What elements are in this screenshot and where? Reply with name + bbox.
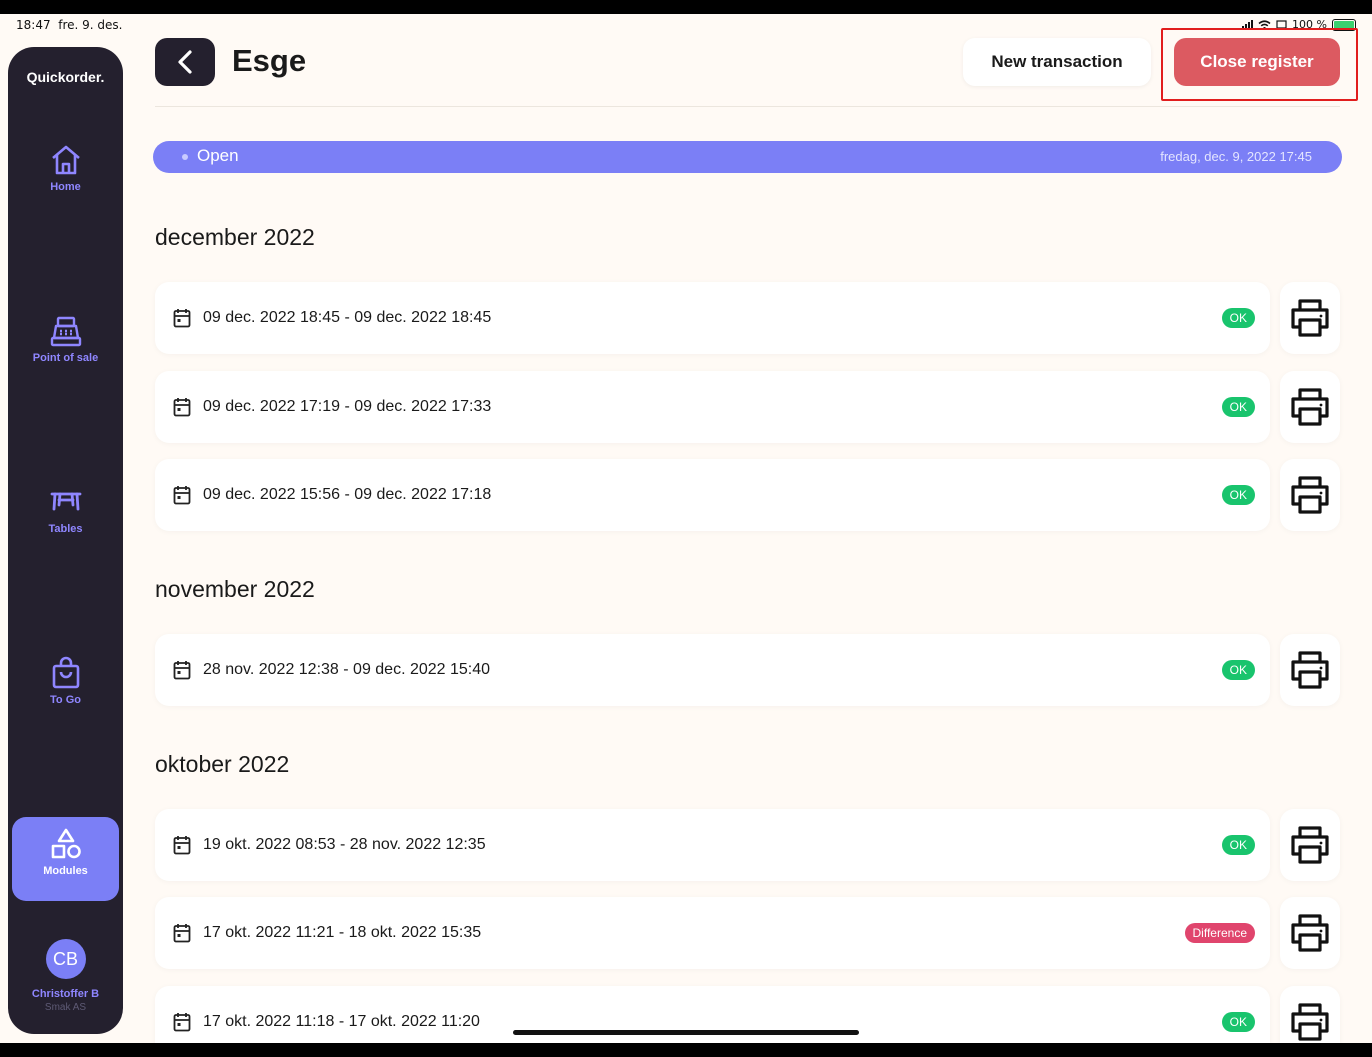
- printer-icon: [1291, 914, 1329, 952]
- session-period: 28 nov. 2022 12:38 - 09 dec. 2022 15:40: [203, 661, 491, 678]
- print-button[interactable]: [1280, 371, 1340, 443]
- nav-label-to-go: To Go: [50, 694, 81, 706]
- print-button[interactable]: [1280, 986, 1340, 1043]
- month-heading: december 2022: [155, 224, 315, 250]
- user-name: Christoffer B: [31, 988, 100, 1000]
- status-time: 18:47 fre. 9. des.: [16, 18, 122, 32]
- cash-register-icon: [50, 316, 81, 347]
- wifi-icon: [1258, 19, 1271, 30]
- session-period: 09 dec. 2022 15:56 - 09 dec. 2022 17:18: [203, 486, 492, 503]
- printer-icon: [1291, 826, 1329, 864]
- close-register-button[interactable]: Close register: [1174, 38, 1340, 86]
- session-row[interactable]: 09 dec. 2022 18:45 - 09 dec. 2022 18:45 …: [155, 282, 1270, 354]
- session-row[interactable]: 19 okt. 2022 08:53 - 28 nov. 2022 12:35 …: [155, 809, 1270, 881]
- session-row[interactable]: 09 dec. 2022 15:56 - 09 dec. 2022 17:18 …: [155, 459, 1270, 531]
- home-indicator[interactable]: [513, 1030, 859, 1035]
- register-status: Open: [197, 146, 239, 165]
- sidebar: Quickorder. Home Point of sale Tables To…: [8, 47, 123, 1034]
- status-badge: OK: [1221, 660, 1255, 680]
- status-clock: 18:47: [16, 18, 51, 32]
- printer-icon: [1291, 1003, 1329, 1041]
- status-badge: OK: [1221, 308, 1255, 328]
- shopping-bag-icon: [52, 656, 79, 689]
- session-period: 19 okt. 2022 08:53 - 28 nov. 2022 12:35: [203, 836, 486, 853]
- shapes-icon: [51, 828, 81, 859]
- user-company: Smak AS: [44, 1002, 87, 1013]
- battery-percent: 100 %: [1292, 18, 1327, 31]
- session-period: 17 okt. 2022 11:21 - 18 okt. 2022 15:35: [203, 924, 482, 941]
- screen-lock-icon: [1276, 19, 1287, 29]
- table-icon: [50, 492, 81, 511]
- status-date: fre. 9. des.: [58, 18, 123, 32]
- header-divider: [155, 106, 1340, 107]
- register-opened-at: fredag, dec. 9, 2022 17:45: [1160, 149, 1312, 164]
- avatar: CB: [45, 939, 86, 979]
- nav-label-tables: Tables: [48, 523, 83, 535]
- nav-item-modules[interactable]: Modules: [12, 817, 119, 901]
- calendar-icon: [173, 924, 191, 943]
- nav-label-modules: Modules: [43, 865, 88, 877]
- nav-item-home[interactable]: Home: [12, 133, 119, 217]
- home-icon: [51, 145, 80, 175]
- nav-item-to-go[interactable]: To Go: [12, 646, 119, 730]
- app-screen: 18:47 fre. 9. des. 100 % Quickorder. Hom…: [0, 14, 1372, 1043]
- month-heading: november 2022: [155, 576, 315, 602]
- app-logo: Quickorder.: [26, 69, 105, 85]
- session-period: 09 dec. 2022 17:19 - 09 dec. 2022 17:33: [203, 398, 492, 415]
- print-button[interactable]: [1280, 897, 1340, 969]
- signal-icon: [1242, 20, 1254, 29]
- status-badge: OK: [1221, 485, 1255, 505]
- calendar-icon: [173, 661, 191, 680]
- session-period: 09 dec. 2022 18:45 - 09 dec. 2022 18:45: [203, 309, 492, 326]
- nav-label-home: Home: [50, 181, 81, 193]
- nav-item-tables[interactable]: Tables: [12, 475, 119, 559]
- printer-icon: [1291, 299, 1329, 337]
- print-button[interactable]: [1280, 634, 1340, 706]
- print-button[interactable]: [1280, 459, 1340, 531]
- battery-icon: [1332, 18, 1356, 31]
- printer-icon: [1291, 388, 1329, 426]
- printer-icon: [1291, 651, 1329, 689]
- session-row[interactable]: 28 nov. 2022 12:38 - 09 dec. 2022 15:40 …: [155, 634, 1270, 706]
- calendar-icon: [173, 398, 191, 417]
- page-title: Esge: [232, 43, 307, 78]
- printer-icon: [1291, 476, 1329, 514]
- user-profile[interactable]: CB Christoffer B Smak AS: [8, 939, 123, 1013]
- chevron-left-icon: [178, 50, 192, 74]
- status-badge: OK: [1221, 1012, 1255, 1032]
- new-transaction-button[interactable]: New transaction: [963, 38, 1151, 86]
- session-row[interactable]: 17 okt. 2022 11:21 - 18 okt. 2022 15:35 …: [155, 897, 1270, 969]
- session-row[interactable]: 09 dec. 2022 17:19 - 09 dec. 2022 17:33 …: [155, 371, 1270, 443]
- print-button[interactable]: [1280, 282, 1340, 354]
- session-period: 17 okt. 2022 11:18 - 17 okt. 2022 11:20: [203, 1013, 480, 1030]
- calendar-icon: [173, 1013, 191, 1032]
- status-dot: [182, 154, 188, 160]
- nav-item-point-of-sale[interactable]: Point of sale: [12, 304, 119, 388]
- calendar-icon: [173, 309, 191, 328]
- status-badge: OK: [1221, 835, 1255, 855]
- print-button[interactable]: [1280, 809, 1340, 881]
- register-status-banner: Open fredag, dec. 9, 2022 17:45: [153, 141, 1342, 173]
- status-badge: Difference: [1184, 923, 1255, 943]
- nav-label-point-of-sale: Point of sale: [32, 352, 99, 364]
- month-heading: oktober 2022: [155, 751, 290, 777]
- calendar-icon: [173, 486, 191, 505]
- back-button[interactable]: [155, 38, 215, 86]
- calendar-icon: [173, 836, 191, 855]
- status-badge: OK: [1221, 397, 1255, 417]
- status-indicators: 100 %: [1242, 18, 1356, 31]
